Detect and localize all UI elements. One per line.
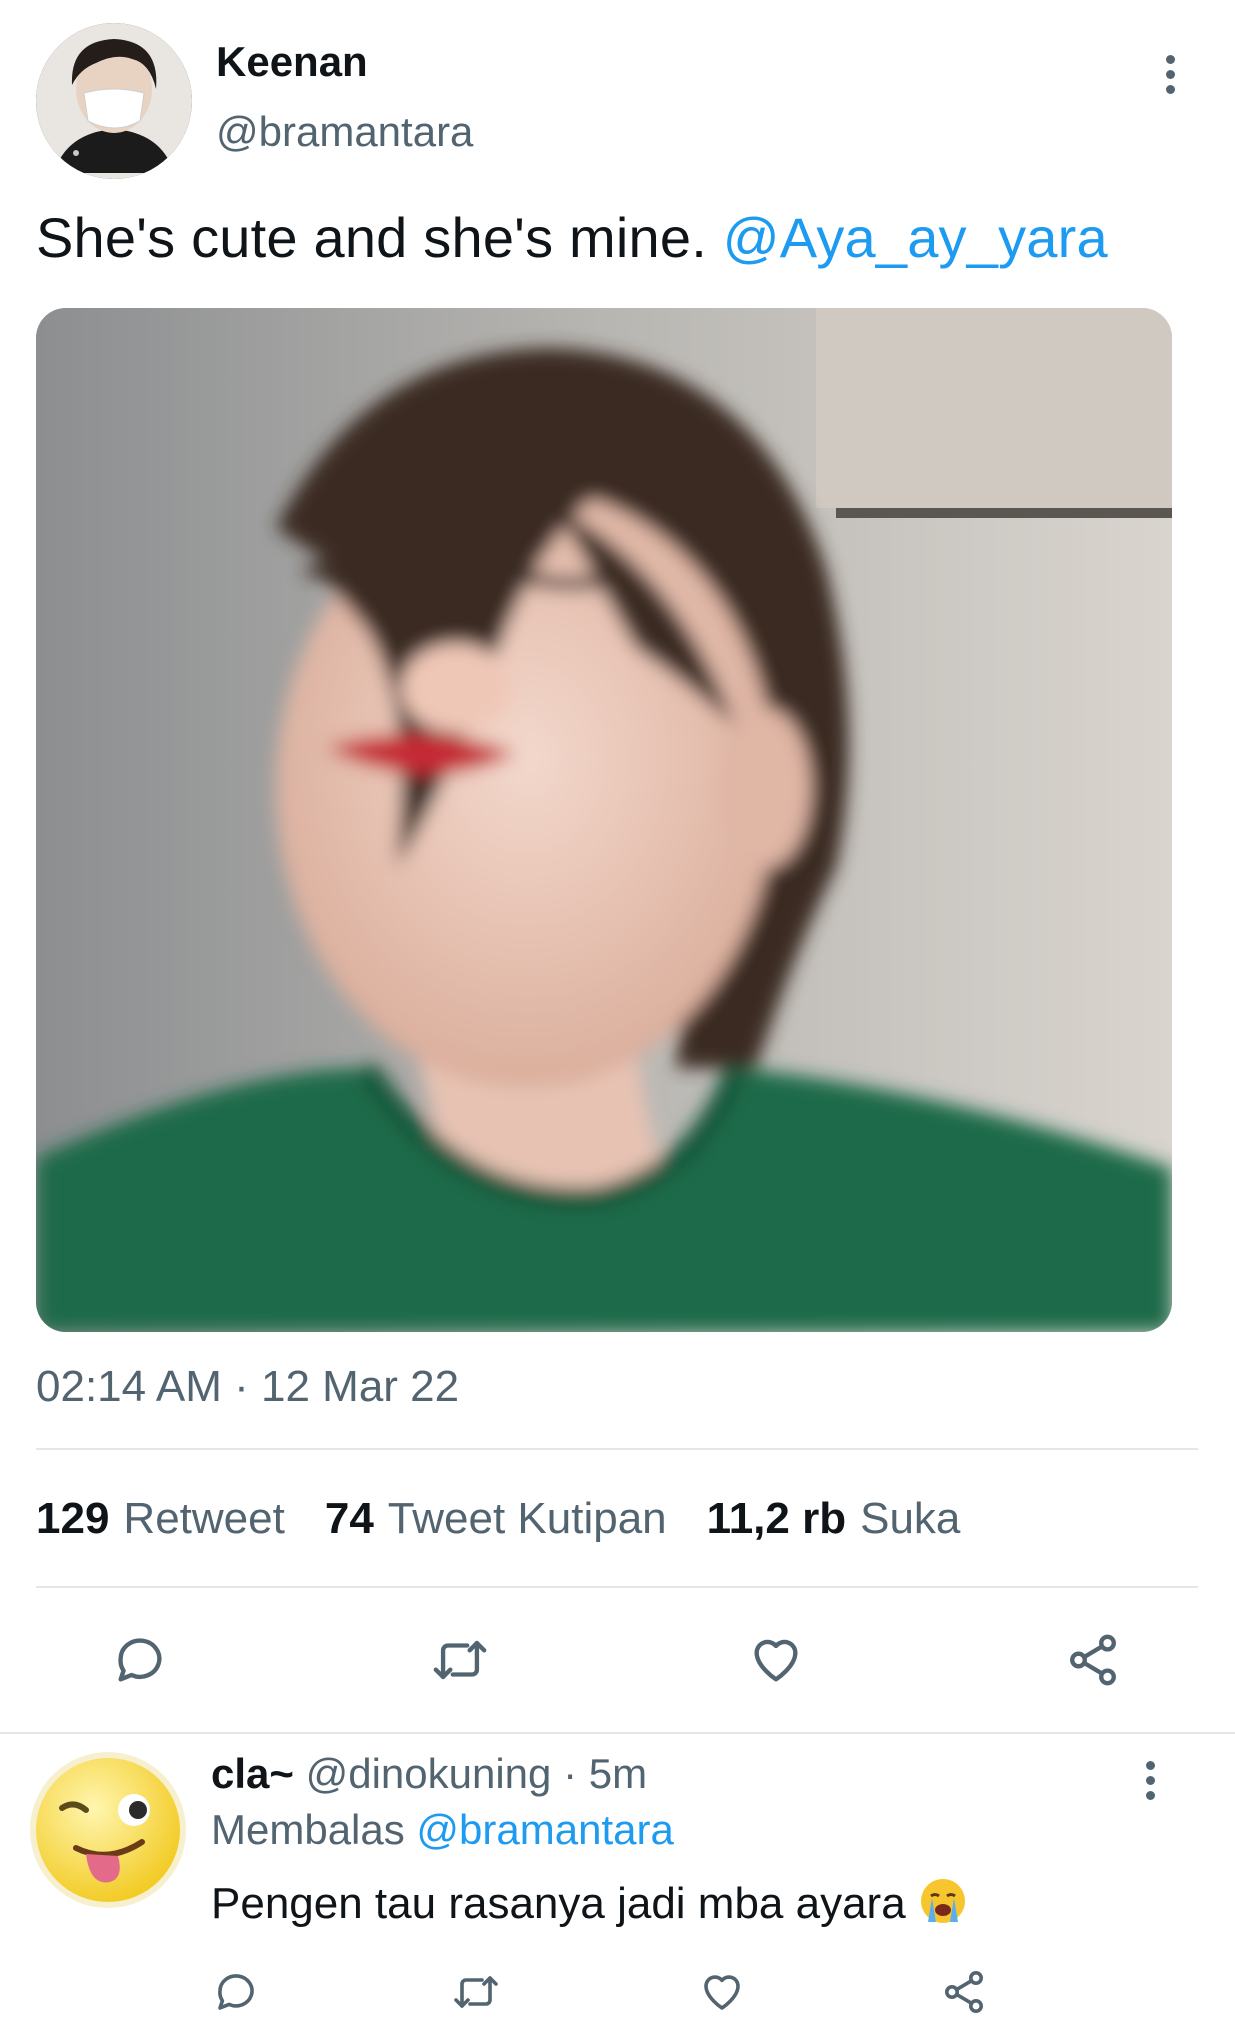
- retweet-count[interactable]: 129: [36, 1494, 109, 1544]
- reply-body: Pengen tau rasanya jadi mba ayara: [211, 1879, 906, 1929]
- replying-prefix: Membalas: [211, 1806, 405, 1853]
- replying-to: Membalas @bramantara: [211, 1806, 674, 1854]
- author-handle[interactable]: @bramantara: [216, 108, 473, 156]
- reply-time[interactable]: · 5m: [563, 1750, 647, 1797]
- tweet-body: She's cute and she's mine.: [36, 206, 707, 269]
- reply-more-options-icon[interactable]: [1130, 1750, 1170, 1810]
- reply-display-name[interactable]: cla~: [211, 1750, 294, 1797]
- quote-label[interactable]: Tweet Kutipan: [388, 1494, 667, 1544]
- like-label[interactable]: Suka: [860, 1494, 960, 1544]
- reply-text: Pengen tau rasanya jadi mba ayara: [211, 1876, 968, 1937]
- reply-share-icon[interactable]: [932, 1960, 996, 2024]
- share-icon[interactable]: [1053, 1620, 1133, 1700]
- quote-count[interactable]: 74: [325, 1494, 374, 1544]
- reply-avatar[interactable]: [30, 1752, 186, 1908]
- loudly-crying-face-icon: [918, 1876, 968, 1937]
- more-options-icon[interactable]: [1150, 44, 1190, 104]
- retweet-label[interactable]: Retweet: [123, 1494, 284, 1544]
- reply-retweet-icon[interactable]: [444, 1960, 508, 2024]
- reply-header: cla~ @dinokuning · 5m: [211, 1750, 647, 1798]
- section-divider: [0, 1732, 1235, 1734]
- tweet-photo[interactable]: [36, 308, 1172, 1332]
- reply-reply-icon[interactable]: [204, 1960, 268, 2024]
- author-avatar[interactable]: [36, 23, 192, 179]
- divider: [36, 1586, 1198, 1588]
- tweet-timestamp[interactable]: 02:14 AM · 12 Mar 22: [36, 1362, 459, 1412]
- reply-icon[interactable]: [100, 1620, 180, 1700]
- like-icon[interactable]: [736, 1620, 816, 1700]
- author-display-name[interactable]: Keenan: [216, 38, 368, 86]
- tweet-mention-link[interactable]: @Aya_ay_yara: [723, 206, 1108, 269]
- retweet-icon[interactable]: [420, 1620, 500, 1700]
- reply-handle[interactable]: @dinokuning: [306, 1750, 552, 1797]
- tweet-text: She's cute and she's mine. @Aya_ay_yara: [36, 205, 1108, 270]
- reply-like-icon[interactable]: [690, 1960, 754, 2024]
- replying-to-link[interactable]: @bramantara: [416, 1806, 673, 1853]
- like-count[interactable]: 11,2 rb: [707, 1494, 846, 1544]
- divider: [36, 1448, 1198, 1450]
- tweet-stats: 129 Retweet 74 Tweet Kutipan 11,2 rb Suk…: [36, 1494, 1000, 1544]
